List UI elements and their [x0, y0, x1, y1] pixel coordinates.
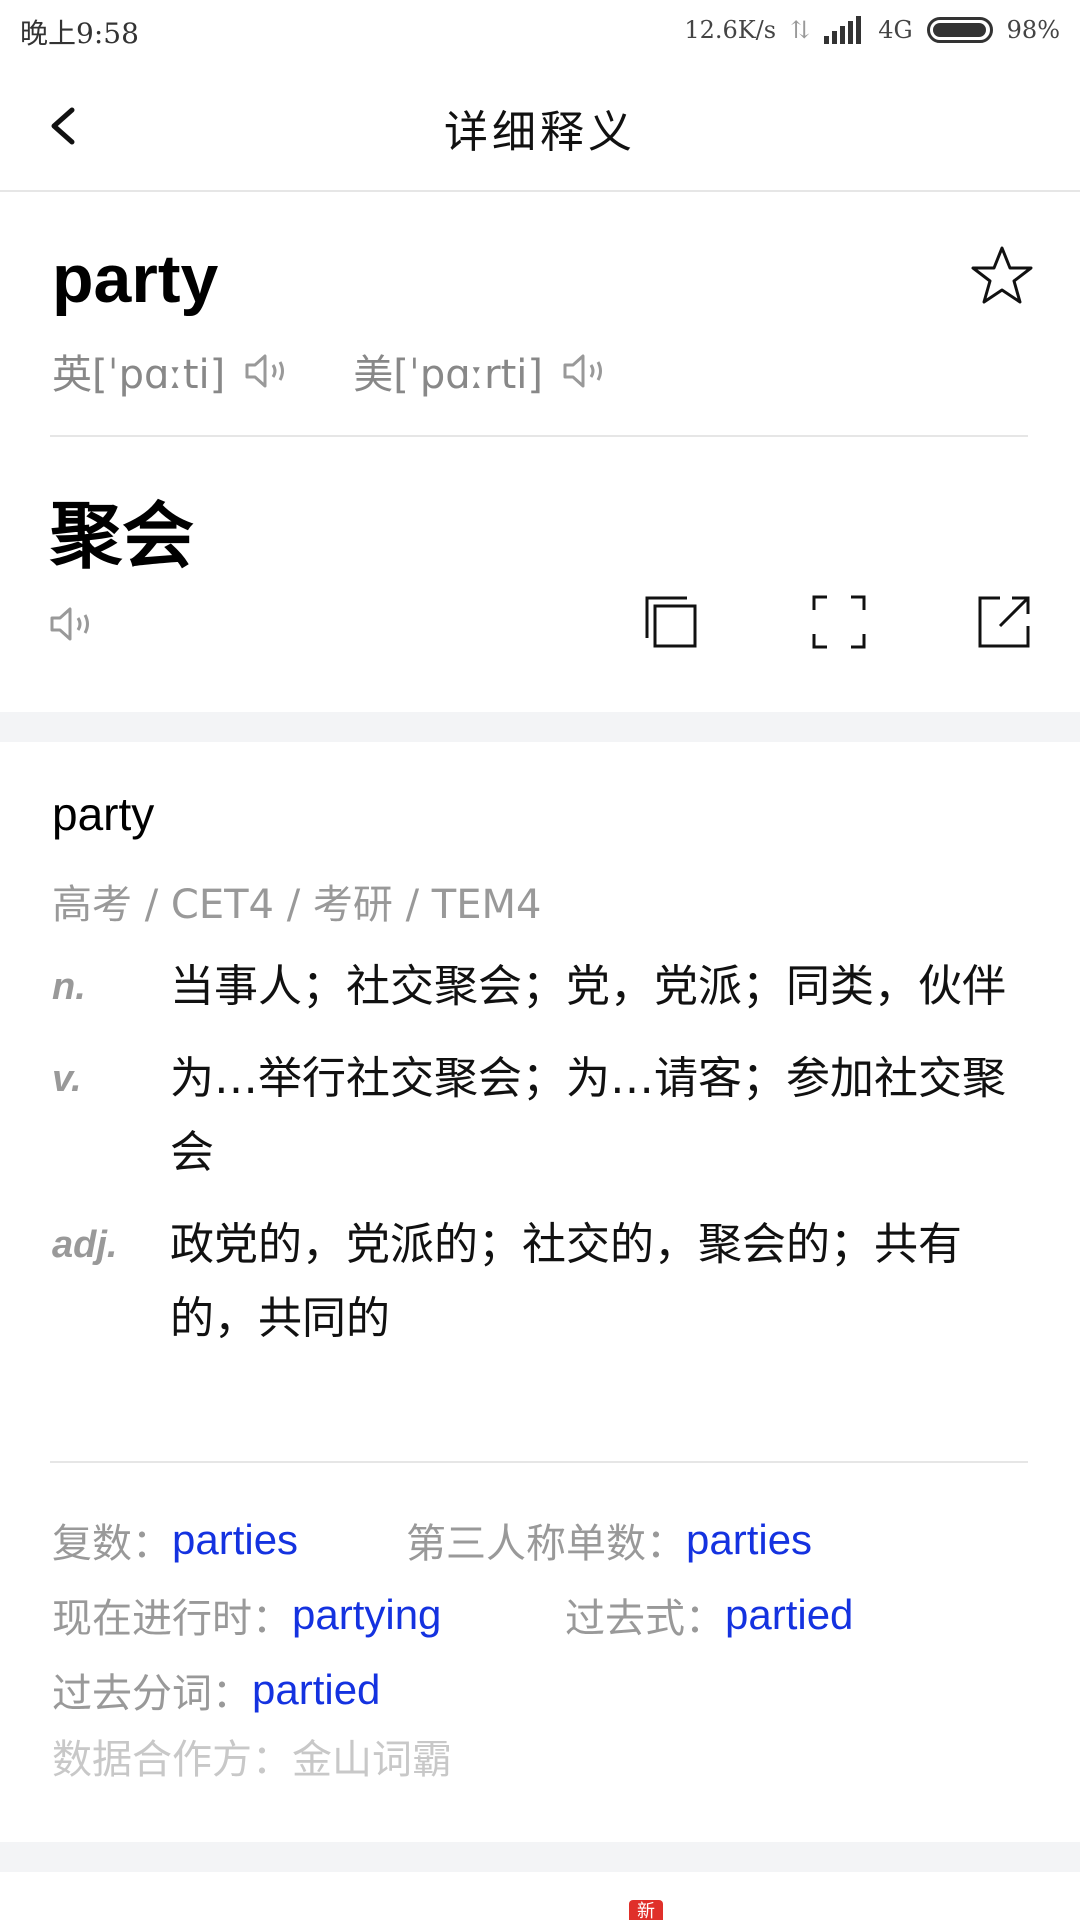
status-indicators: 12.6K/s ⇅ 4G 98% — [684, 12, 1060, 48]
meaning-row: adj. 政党的，党派的；社交的，聚会的；共有的，共同的 — [52, 1208, 1032, 1356]
form-plural: 复数： parties — [52, 1511, 406, 1569]
form-label: 过去分词： — [52, 1670, 252, 1717]
word-forms-row: 过去分词： partied — [52, 1652, 1032, 1727]
form-past-tense: 过去式： partied — [565, 1586, 853, 1644]
divider — [50, 435, 1028, 437]
word-forms-row: 复数： parties 第三人称单数： parties — [52, 1502, 1032, 1577]
battery-fill — [932, 23, 986, 37]
section-separator — [0, 1842, 1080, 1872]
copy-icon[interactable] — [643, 594, 699, 650]
form-past-participle: 过去分词： partied — [52, 1661, 380, 1719]
exam-tags: 高考 / CET4 / 考研 / TEM4 — [52, 882, 542, 928]
share-icon[interactable] — [976, 594, 1032, 650]
speaker-us-icon[interactable] — [561, 351, 609, 391]
definition-card: party 高考 / CET4 / 考研 / TEM4 n. 当事人；社交聚会；… — [0, 742, 1080, 1842]
form-label: 第三人称单数： — [406, 1520, 686, 1567]
divider — [50, 1461, 1028, 1463]
phonetic-us: 美[ˈpɑːrti] — [353, 342, 609, 400]
signal-icon — [824, 16, 864, 44]
headword: party — [52, 241, 219, 317]
phonetic-us-text: 美[ˈpɑːrti] — [353, 352, 543, 398]
part-of-speech: n. — [52, 966, 86, 1008]
net-speed: 12.6K/s — [684, 16, 777, 44]
section-separator — [0, 712, 1080, 742]
new-badge: 新 — [629, 1900, 663, 1920]
form-third-person: 第三人称单数： parties — [406, 1511, 812, 1569]
speaker-translation-icon[interactable] — [48, 604, 96, 644]
status-time: 晚上9:58 — [20, 17, 139, 50]
translation: 聚会 — [50, 494, 195, 578]
battery-icon — [926, 17, 993, 43]
status-bar: 晚上9:58 12.6K/s ⇅ 4G 98% — [0, 0, 1080, 60]
form-label: 现在进行时： — [52, 1595, 292, 1642]
meaning-text: 政党的，党派的；社交的，聚会的；共有的，共同的 — [170, 1219, 962, 1344]
phonetics: 英[ˈpɑːti] 美[ˈpɑːrti] — [52, 342, 609, 400]
network-type: 4G — [878, 16, 913, 44]
word-card: party 英[ˈpɑːti] 美[ˈpɑːrti] 聚会 — [0, 192, 1080, 712]
page-title: 详细释义 — [444, 107, 636, 158]
form-label: 过去式： — [565, 1595, 725, 1642]
meaning-text: 为…举行社交聚会；为…请客；参加社交聚会 — [170, 1053, 1006, 1178]
meaning-list: n. 当事人；社交聚会；党，党派；同类，伙伴 v. 为…举行社交聚会；为…请客；… — [52, 950, 1032, 1374]
form-link-third-person[interactable]: parties — [686, 1516, 812, 1564]
app-header: 详细释义 — [0, 60, 1080, 192]
word-forms: 复数： parties 第三人称单数： parties 现在进行时： party… — [52, 1502, 1032, 1727]
part-of-speech: v. — [52, 1058, 82, 1100]
form-link-past-participle[interactable]: partied — [252, 1666, 380, 1714]
meaning-text: 当事人；社交聚会；党，党派；同类，伙伴 — [170, 961, 1006, 1012]
data-source: 数据合作方：金山词霸 — [52, 1737, 452, 1783]
form-link-present-participle[interactable]: partying — [292, 1591, 441, 1639]
data-arrows-icon: ⇅ — [790, 16, 811, 44]
meaning-row: n. 当事人；社交聚会；党，党派；同类，伙伴 — [52, 950, 1032, 1024]
part-of-speech: adj. — [52, 1224, 118, 1266]
battery-percent: 98% — [1006, 16, 1060, 44]
form-label: 复数： — [52, 1520, 172, 1567]
definition-word: party — [52, 788, 155, 840]
bottom-section: 新 — [0, 1872, 1080, 1920]
phonetic-uk-text: 英[ˈpɑːti] — [52, 352, 226, 398]
speaker-uk-icon[interactable] — [243, 351, 291, 391]
form-link-past-tense[interactable]: partied — [725, 1591, 853, 1639]
fullscreen-icon[interactable] — [811, 594, 867, 650]
meaning-row: v. 为…举行社交聚会；为…请客；参加社交聚会 — [52, 1042, 1032, 1190]
phonetic-uk: 英[ˈpɑːti] — [52, 342, 291, 400]
form-link-plural[interactable]: parties — [172, 1516, 298, 1564]
word-forms-row: 现在进行时： partying 过去式： partied — [52, 1577, 1032, 1652]
favorite-star-icon[interactable] — [970, 244, 1034, 308]
form-present-participle: 现在进行时： partying — [52, 1586, 565, 1644]
